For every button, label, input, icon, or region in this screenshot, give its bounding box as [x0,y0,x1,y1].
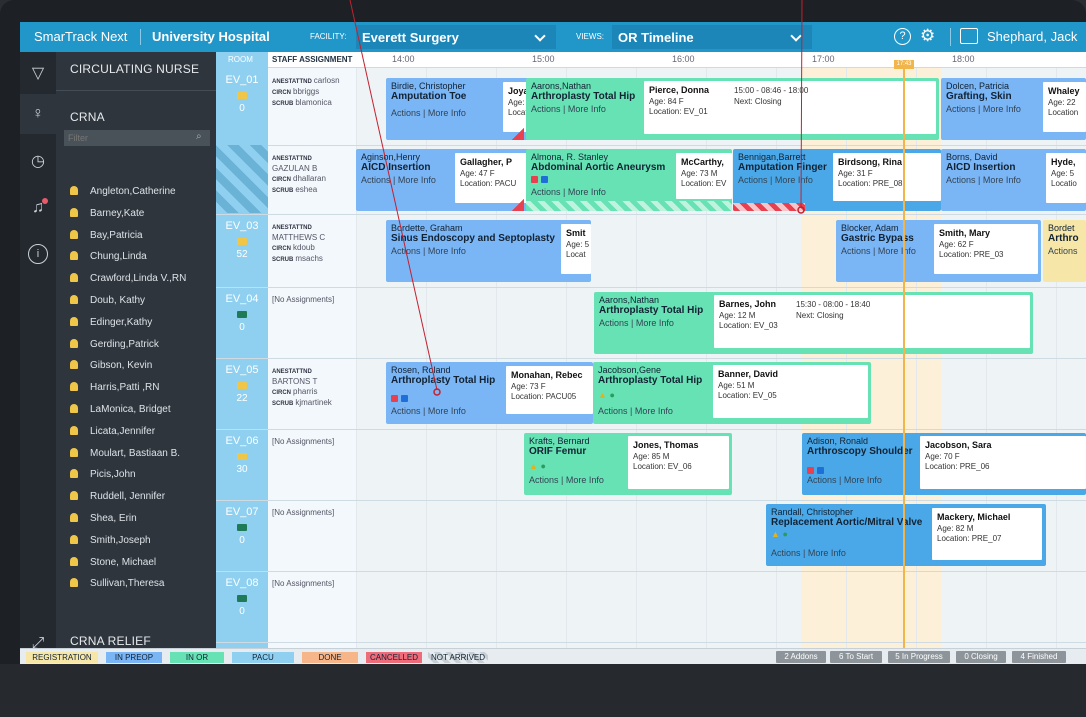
annotation-overlay [349,0,805,396]
pointer-line [349,0,438,391]
pointer-line [800,0,803,209]
